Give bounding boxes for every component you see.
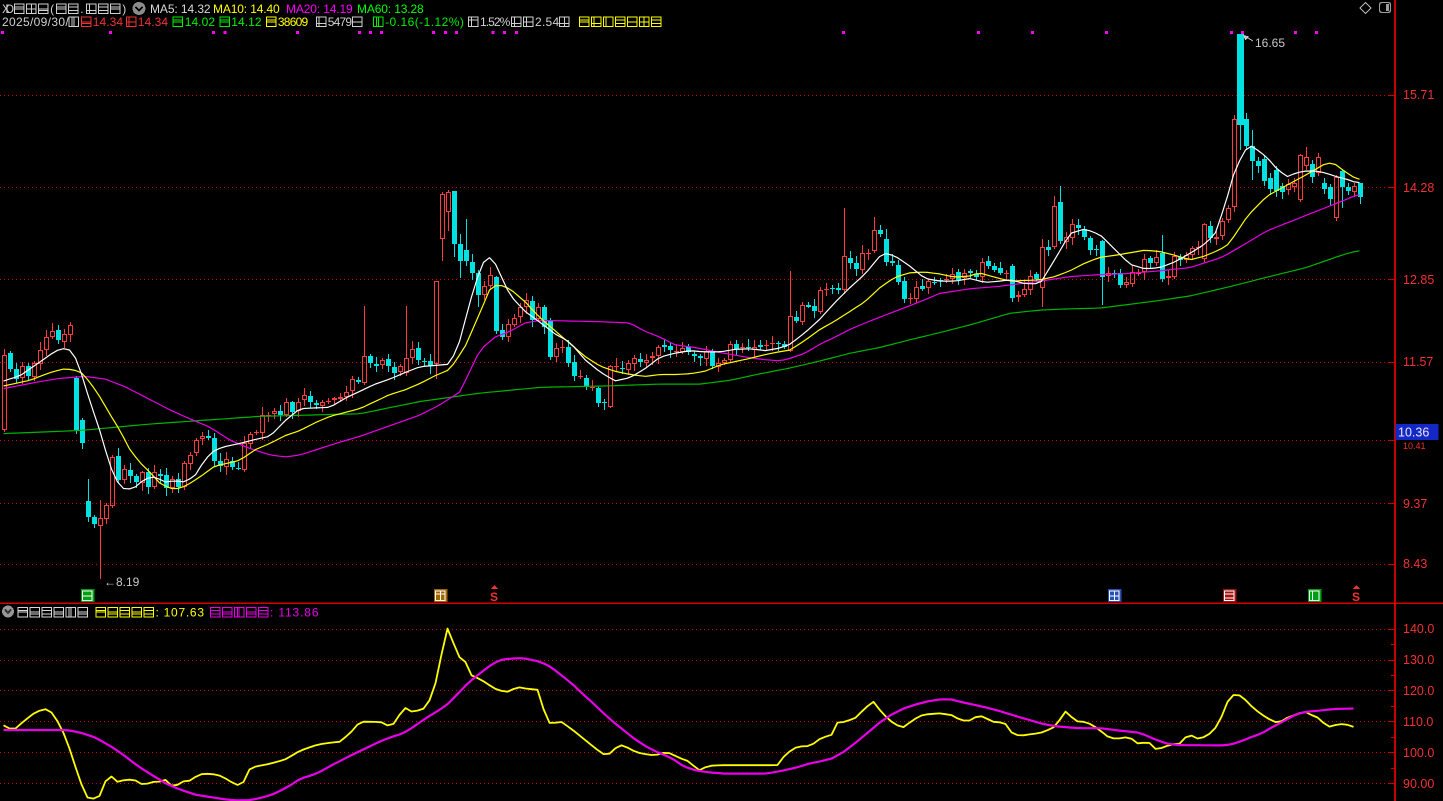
svg-text:90.00: 90.00 — [1403, 777, 1434, 791]
svg-text:15.71: 15.71 — [1403, 88, 1434, 102]
svg-text:MA5: 14.32: MA5: 14.32 — [150, 2, 211, 16]
svg-text:8.43: 8.43 — [1403, 557, 1427, 571]
svg-text:S: S — [490, 590, 498, 604]
svg-text:14.12: 14.12 — [231, 15, 262, 29]
svg-text:: 107.63: : 107.63 — [156, 606, 205, 620]
svg-text:14.34: 14.34 — [93, 15, 124, 29]
svg-text:MA20: 14.19: MA20: 14.19 — [286, 2, 353, 16]
svg-text:MA10: 14.40: MA10: 14.40 — [213, 2, 280, 16]
svg-text:1.52%: 1.52% — [480, 15, 511, 29]
svg-text:130.0: 130.0 — [1403, 653, 1434, 667]
svg-text:←8.19: ←8.19 — [104, 575, 140, 589]
svg-text:(: ( — [50, 2, 54, 16]
svg-text:-0.16(-1.12%): -0.16(-1.12%) — [385, 15, 464, 29]
svg-text:16.65: 16.65 — [1255, 36, 1285, 50]
svg-text:9.37: 9.37 — [1403, 497, 1427, 511]
svg-text:14.34: 14.34 — [138, 15, 169, 29]
svg-text:10.41: 10.41 — [1403, 441, 1426, 451]
svg-text:100.0: 100.0 — [1403, 746, 1434, 760]
svg-text:.: . — [80, 2, 83, 16]
svg-text:140.0: 140.0 — [1403, 622, 1434, 636]
svg-text:14.28: 14.28 — [1403, 181, 1434, 195]
svg-text:: 113.86: : 113.86 — [270, 606, 319, 620]
svg-text:110.0: 110.0 — [1403, 715, 1433, 729]
svg-text:XD: XD — [2, 2, 14, 16]
svg-text:2.54: 2.54 — [535, 15, 560, 29]
svg-text:38609: 38609 — [278, 15, 309, 29]
svg-text:MA60: 13.28: MA60: 13.28 — [357, 2, 424, 16]
svg-text:120.0: 120.0 — [1403, 684, 1434, 698]
svg-text:12.85: 12.85 — [1403, 273, 1434, 287]
svg-text:S: S — [1352, 590, 1360, 604]
svg-text:5479: 5479 — [328, 15, 353, 29]
svg-text:14.02: 14.02 — [185, 15, 216, 29]
svg-text:2025/09/30/: 2025/09/30/ — [2, 15, 69, 29]
svg-text:): ) — [122, 2, 126, 16]
svg-text:11.57: 11.57 — [1403, 355, 1433, 369]
svg-text:10.36: 10.36 — [1398, 426, 1429, 440]
